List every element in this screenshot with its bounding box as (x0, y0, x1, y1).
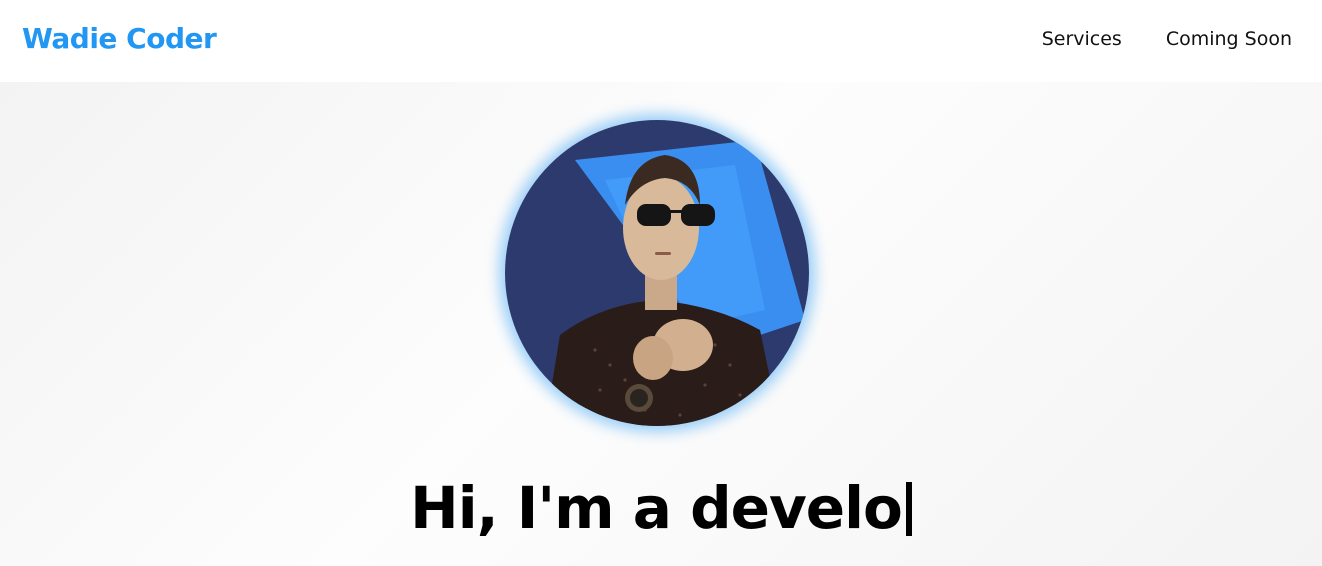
profile-photo-icon (505, 120, 809, 426)
typing-cursor (905, 482, 912, 536)
nav-link-coming-soon[interactable]: Coming Soon (1166, 28, 1292, 50)
profile-avatar (505, 120, 809, 426)
nav-link-services[interactable]: Services (1042, 28, 1122, 50)
site-header: Wadie Coder Services Coming Soon (0, 0, 1322, 82)
hero-headline-text: Hi, I'm a develo (410, 474, 903, 542)
hero-section: Hi, I'm a develo (0, 82, 1322, 566)
main-nav: Services Coming Soon (1042, 28, 1292, 50)
brand-logo[interactable]: Wadie Coder (22, 22, 217, 55)
hero-headline: Hi, I'm a develo (0, 474, 1322, 542)
